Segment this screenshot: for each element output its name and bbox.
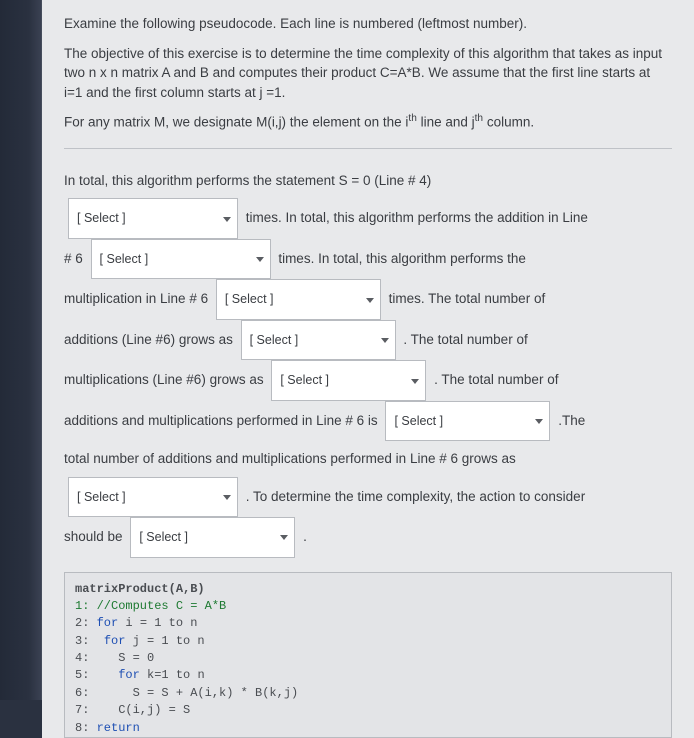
- exercise-page: Examine the following pseudocode. Each l…: [42, 0, 694, 738]
- flow-line-10: should be [ Select ] .: [64, 517, 672, 558]
- flow-line-6: multiplications (Line #6) grows as [ Sel…: [64, 360, 672, 401]
- flow-line-4: multiplication in Line # 6 [ Select ] ti…: [64, 279, 672, 320]
- code-line-2: 2: for i = 1 to n: [75, 615, 661, 632]
- code-line-5: 5: for k=1 to n: [75, 667, 661, 684]
- code-title: matrixProduct(A,B): [75, 581, 661, 598]
- divider: [64, 148, 672, 149]
- intro-line-2: The objective of this exercise is to det…: [64, 44, 672, 103]
- code-line-4: 4: S = 0: [75, 650, 661, 667]
- flow-line-5: additions (Line #6) grows as [ Select ] …: [64, 320, 672, 361]
- intro-block: Examine the following pseudocode. Each l…: [64, 14, 672, 132]
- select-8[interactable]: [ Select ]: [130, 517, 295, 558]
- select-2[interactable]: [ Select ]: [91, 239, 271, 280]
- code-line-3: 3: for j = 1 to n: [75, 633, 661, 650]
- flow-line-8: total number of additions and multiplica…: [64, 441, 672, 476]
- intro-line-1: Examine the following pseudocode. Each l…: [64, 14, 672, 34]
- select-4[interactable]: [ Select ]: [241, 320, 396, 361]
- pseudocode-box: matrixProduct(A,B) 1: //Computes C = A*B…: [64, 572, 672, 738]
- flow-line-9: [ Select ] . To determine the time compl…: [64, 477, 672, 518]
- select-7[interactable]: [ Select ]: [68, 477, 238, 518]
- code-line-1: 1: //Computes C = A*B: [75, 598, 661, 615]
- flow-line-3: # 6 [ Select ] times. In total, this alg…: [64, 239, 672, 280]
- select-5[interactable]: [ Select ]: [271, 360, 426, 401]
- flow-line-2: [ Select ] times. In total, this algorit…: [64, 198, 672, 239]
- select-1[interactable]: [ Select ]: [68, 198, 238, 239]
- question-flow: In total, this algorithm performs the st…: [64, 163, 672, 557]
- select-6[interactable]: [ Select ]: [385, 401, 550, 442]
- select-3[interactable]: [ Select ]: [216, 279, 381, 320]
- window-left-edge: [0, 0, 42, 700]
- code-line-8: 8: return: [75, 720, 661, 737]
- intro-line-3: For any matrix M, we designate M(i,j) th…: [64, 112, 672, 132]
- flow-line-7: additions and multiplications performed …: [64, 401, 672, 442]
- code-line-7: 7: C(i,j) = S: [75, 702, 661, 719]
- flow-line-1: In total, this algorithm performs the st…: [64, 163, 672, 198]
